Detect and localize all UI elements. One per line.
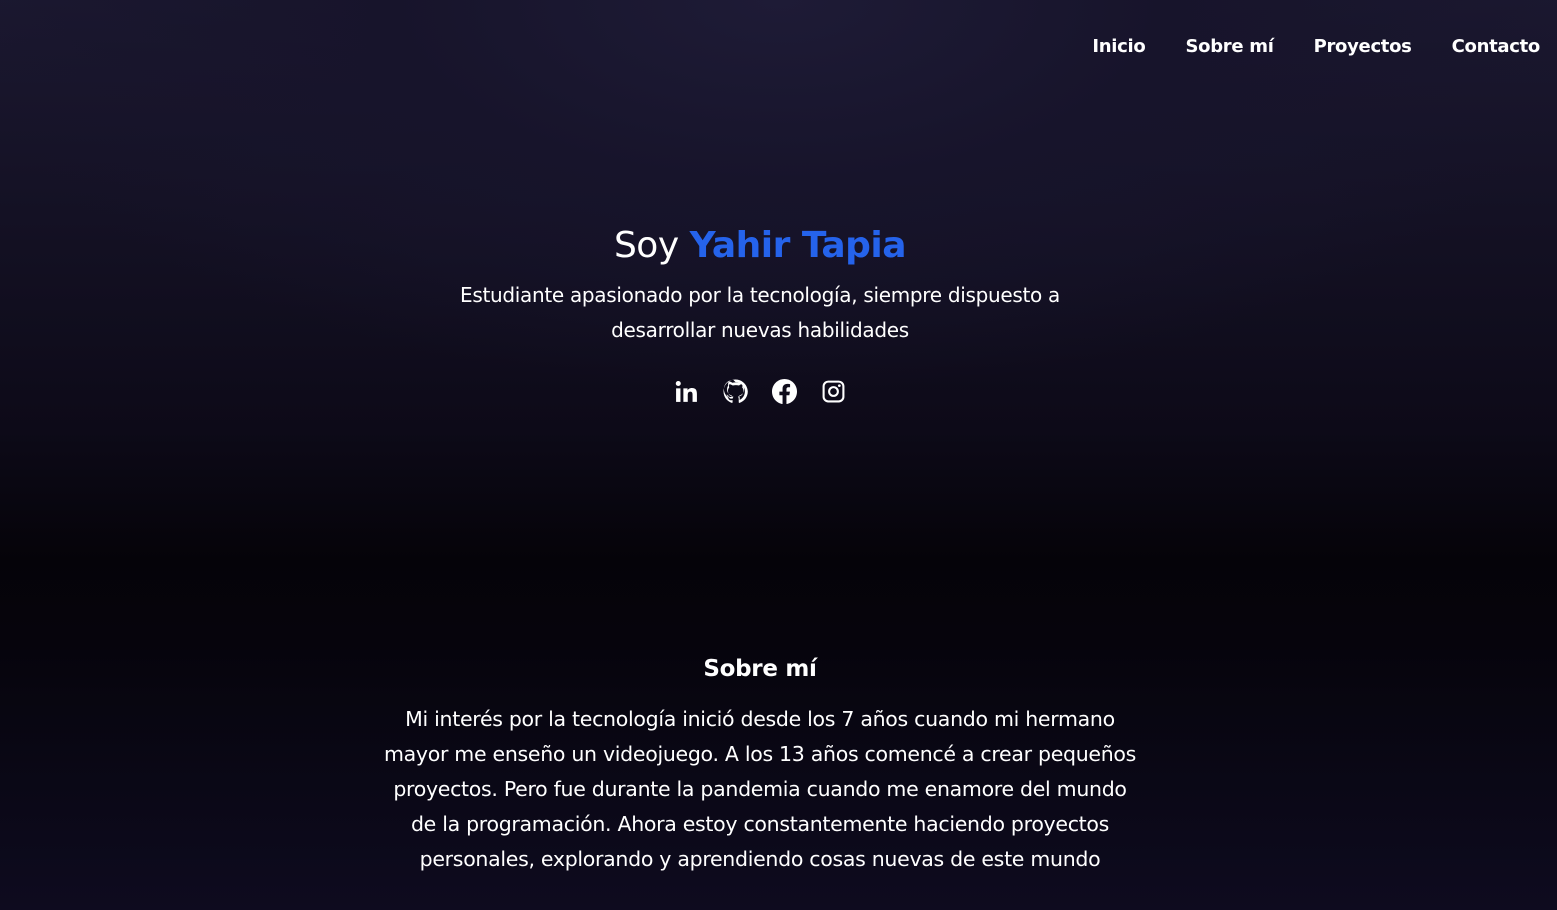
instagram-icon [822,380,845,403]
hero-subtitle: Estudiante apasionado por la tecnología,… [459,283,1061,342]
linkedin-link[interactable] [673,378,700,405]
hero-section: Soy Yahir Tapia Estudiante apasionado po… [0,222,1520,405]
hero-name: Yahir Tapia [689,225,907,266]
hero-prefix: Soy [613,225,679,266]
facebook-link[interactable] [771,378,798,405]
nav-link-inicio[interactable]: Inicio [1092,34,1145,60]
about-title: Sobre mí [703,656,817,682]
github-link[interactable] [722,378,749,405]
nav-link-proyectos[interactable]: Proyectos [1314,34,1412,60]
social-links [0,378,1520,405]
linkedin-icon [675,380,697,402]
facebook-icon [772,379,797,404]
instagram-link[interactable] [820,378,847,405]
about-text: Mi interés por la tecnología inició desd… [383,707,1137,871]
nav-link-sobre-mi[interactable]: Sobre mí [1185,34,1273,60]
nav-link-contacto[interactable]: Contacto [1452,34,1541,60]
main-nav: Inicio Sobre mí Proyectos Contacto [1092,34,1540,60]
github-icon [723,379,748,403]
about-section: Sobre mí Mi interés por la tecnología in… [0,652,1520,877]
hero-title: Soy Yahir Tapia [0,222,1520,270]
